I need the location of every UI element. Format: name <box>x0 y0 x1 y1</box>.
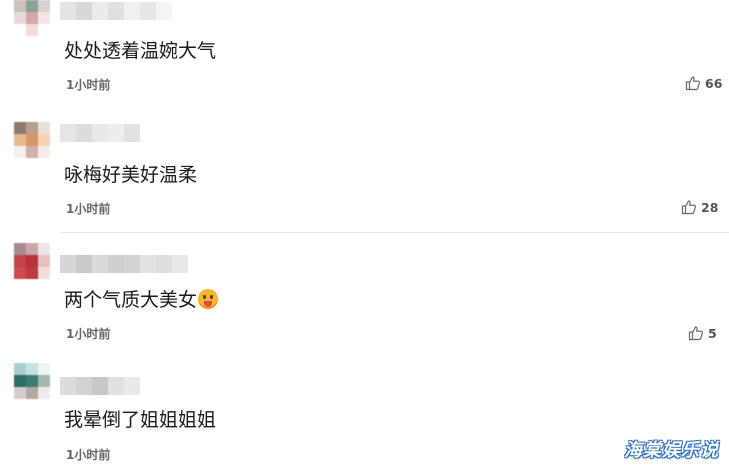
username-blurred[interactable] <box>60 124 140 142</box>
comment-time: 1小时前 <box>66 448 111 462</box>
comment-text: 处处透着温婉大气 <box>64 40 217 62</box>
comment-time: 1小时前 <box>66 202 111 216</box>
like-button[interactable]: 5 <box>688 325 717 341</box>
username-blurred[interactable] <box>60 2 172 20</box>
comment-text: 两个气质大美女 <box>64 285 219 312</box>
comment-time: 1小时前 <box>66 78 111 92</box>
thumbs-up-icon <box>688 326 703 341</box>
thumbs-up-icon <box>685 76 700 91</box>
comment-text-content: 两个气质大美女 <box>64 289 198 311</box>
like-button[interactable]: 66 <box>685 75 722 91</box>
comment-item: 我晕倒了姐姐姐姐 1小时前 <box>0 353 729 470</box>
comment-item: 咏梅好美好温柔 1小时前 28 <box>0 110 729 232</box>
comment-item: 处处透着温婉大气 1小时前 66 <box>0 0 729 110</box>
avatar[interactable] <box>14 363 50 399</box>
thumbs-up-icon <box>681 200 696 215</box>
like-count: 5 <box>708 325 717 341</box>
like-count: 28 <box>701 199 719 215</box>
username-blurred[interactable] <box>60 377 140 395</box>
comment-item: 两个气质大美女 1小时前 5 <box>0 233 729 353</box>
username-blurred[interactable] <box>60 255 188 273</box>
avatar[interactable] <box>14 122 50 158</box>
comment-text: 咏梅好美好温柔 <box>64 164 198 186</box>
like-count: 66 <box>705 75 723 91</box>
tongue-out-emoji-icon <box>198 288 219 309</box>
comment-time: 1小时前 <box>66 327 111 341</box>
comment-text: 我晕倒了姐姐姐姐 <box>64 409 217 431</box>
like-button[interactable]: 28 <box>681 199 718 215</box>
watermark: 海棠娱乐说 <box>624 440 719 461</box>
avatar[interactable] <box>14 243 50 279</box>
avatar[interactable] <box>14 0 50 36</box>
